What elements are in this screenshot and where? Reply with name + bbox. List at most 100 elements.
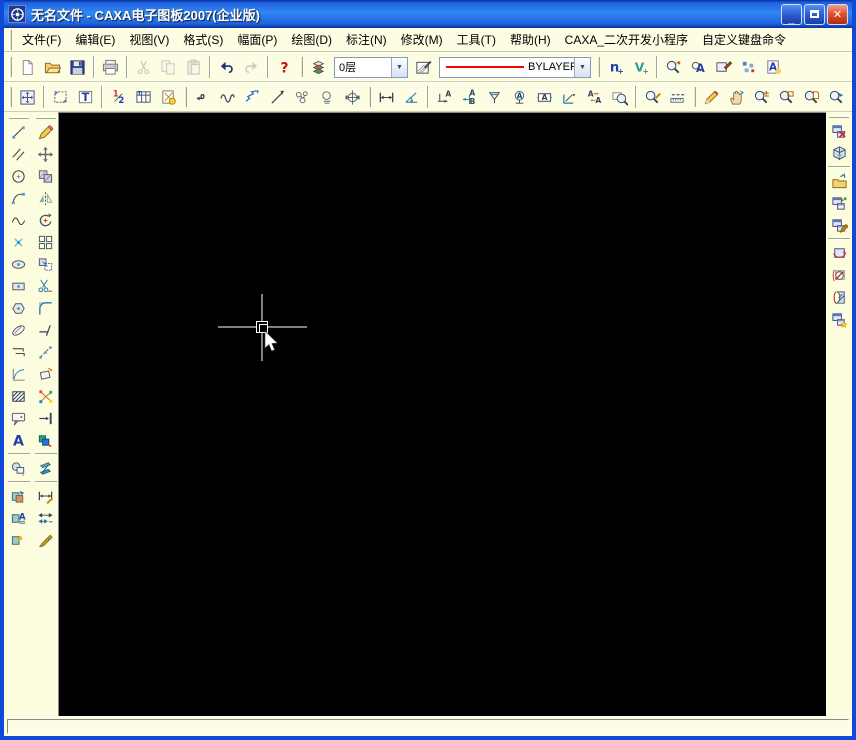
menu-item-8[interactable]: 修改(M) [394, 28, 450, 51]
toolbar-grip[interactable] [35, 116, 56, 119]
toolbar-grip[interactable] [597, 57, 600, 77]
mag-pencil-button[interactable] [640, 85, 665, 109]
menu-item-7[interactable]: 标注(N) [339, 28, 394, 51]
win-new-button[interactable] [827, 308, 852, 330]
profile-button[interactable] [6, 363, 31, 385]
menu-item-4[interactable]: 格式(S) [176, 28, 230, 51]
hand-pan-button[interactable] [724, 85, 749, 109]
extend-button[interactable] [33, 407, 58, 429]
toolbar-grip[interactable] [368, 87, 371, 107]
menu-item-2[interactable]: 编辑(E) [68, 28, 122, 51]
frame-select-button[interactable] [48, 85, 73, 109]
toolbar-grip[interactable] [8, 116, 29, 119]
polygon-button[interactable] [6, 297, 31, 319]
edit-tool-button[interactable] [711, 55, 736, 79]
erase-button[interactable] [33, 121, 58, 143]
layers-button[interactable] [306, 55, 331, 79]
dim-ab-button[interactable]: AB [457, 85, 482, 109]
ellipse-button[interactable] [6, 253, 31, 275]
titlebar[interactable]: 无名文件 - CAXA电子图板2007(企业版) _ ✕ [4, 0, 852, 28]
color-combo[interactable]: BYLAYER ▼ [439, 56, 591, 78]
line-button[interactable] [6, 121, 31, 143]
move-button[interactable] [33, 143, 58, 165]
pencil-edit-button[interactable] [699, 85, 724, 109]
menu-item-9[interactable]: 工具(T) [450, 28, 503, 51]
spline-button[interactable] [6, 209, 31, 231]
span-edit-button[interactable] [33, 507, 58, 529]
toolbar-grip[interactable] [829, 115, 849, 118]
minimize-button[interactable]: _ [781, 3, 802, 25]
sheet-settings-button[interactable] [156, 85, 181, 109]
pipe-axis-button[interactable] [340, 85, 365, 109]
text-button[interactable]: A [6, 429, 31, 451]
snap-points-button[interactable] [736, 55, 761, 79]
leader-button[interactable] [265, 85, 290, 109]
hatch-fill-button[interactable] [6, 385, 31, 407]
text-style-button[interactable]: A [761, 55, 786, 79]
array-button[interactable] [33, 231, 58, 253]
dim-angular-button[interactable] [399, 85, 424, 109]
mag-prev-button[interactable] [824, 85, 849, 109]
linetype-button[interactable] [411, 55, 436, 79]
view-close-button[interactable] [827, 120, 852, 142]
undo-button[interactable] [214, 55, 239, 79]
layer-combo-dropdown[interactable]: ▼ [391, 57, 407, 77]
point-button[interactable] [6, 231, 31, 253]
dim-corner-button[interactable] [557, 85, 582, 109]
parallel-button[interactable] [6, 143, 31, 165]
stamp-button[interactable] [33, 165, 58, 187]
toolbar-grip[interactable] [300, 57, 303, 77]
fraction-button[interactable]: 12 [106, 85, 131, 109]
dim-datum-button[interactable]: A [432, 85, 457, 109]
polyline-button[interactable] [6, 341, 31, 363]
molecule-button[interactable] [290, 85, 315, 109]
block-list-button[interactable]: A [6, 507, 31, 529]
arc-hatch-button[interactable] [827, 286, 852, 308]
hatch-pen-button[interactable] [6, 319, 31, 341]
toolbar-grip[interactable] [9, 57, 12, 77]
toolbar-grip[interactable] [693, 87, 696, 107]
menu-item-6[interactable]: 绘图(D) [284, 28, 339, 51]
block-move-button[interactable] [33, 429, 58, 451]
toolbar-grip[interactable] [184, 87, 187, 107]
mag-page-button[interactable] [799, 85, 824, 109]
cut-button[interactable] [131, 55, 156, 79]
menu-item-12[interactable]: 自定义键盘命令 [695, 28, 793, 51]
dim-frame-button[interactable]: A [532, 85, 557, 109]
find-text-button[interactable]: A [686, 55, 711, 79]
rectangle-button[interactable] [6, 275, 31, 297]
wave-button[interactable] [215, 85, 240, 109]
win-edit-button[interactable] [827, 214, 852, 236]
color-combo-dropdown[interactable]: ▼ [574, 57, 590, 77]
ruler-button[interactable] [665, 85, 690, 109]
fillet-button[interactable] [33, 297, 58, 319]
dim-linear-button[interactable] [374, 85, 399, 109]
mag-window-button[interactable] [774, 85, 799, 109]
dim-globe-button[interactable]: A [507, 85, 532, 109]
ortho-mode-button[interactable]: n + [603, 55, 628, 79]
view-3d-button[interactable] [827, 142, 852, 164]
toolbar-grip[interactable] [9, 87, 12, 107]
dim-edit-button[interactable] [33, 485, 58, 507]
balloon-button[interactable] [6, 407, 31, 429]
rotate-button[interactable] [33, 209, 58, 231]
mirror-button[interactable] [33, 187, 58, 209]
copy-offset-button[interactable] [33, 253, 58, 275]
close-button[interactable]: ✕ [827, 3, 848, 25]
hook-button[interactable] [190, 85, 215, 109]
block-make-button[interactable] [6, 457, 31, 479]
menubar-grip[interactable] [9, 29, 12, 50]
menu-item-1[interactable]: 文件(F) [15, 28, 68, 51]
folder-out-button[interactable] [827, 170, 852, 192]
menu-item-10[interactable]: 帮助(H) [503, 28, 558, 51]
rot-rect-button[interactable] [33, 363, 58, 385]
maximize-button[interactable] [804, 3, 825, 25]
menu-item-3[interactable]: 视图(V) [122, 28, 176, 51]
zoom-fit-button[interactable] [15, 85, 40, 109]
dim-zoom-button[interactable] [607, 85, 632, 109]
probe-button[interactable] [315, 85, 340, 109]
trim-button[interactable] [33, 275, 58, 297]
layer-combo[interactable]: 0层 ▼ [334, 56, 408, 78]
help-button[interactable]: ? [272, 55, 297, 79]
circle-off-button[interactable] [827, 264, 852, 286]
